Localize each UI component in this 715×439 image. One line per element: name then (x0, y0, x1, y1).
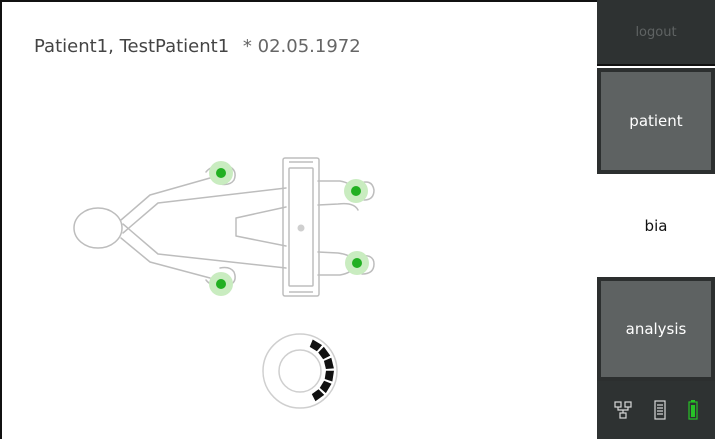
electrode-placement-diagram (73, 157, 375, 297)
bia-tab-label: bia (644, 216, 668, 235)
sidebar: logout patient bia analysis (597, 0, 715, 439)
electrode-left-hand (209, 161, 233, 185)
status-bar (597, 381, 715, 439)
battery-icon (688, 400, 698, 420)
patient-dob: * 02.05.1972 (242, 36, 361, 57)
analysis-button-label: analysis (625, 320, 687, 338)
analysis-button[interactable]: analysis (597, 277, 715, 381)
logout-button[interactable]: logout (597, 0, 715, 66)
patient-button-label: patient (629, 112, 683, 130)
tab-bia[interactable]: bia (597, 174, 715, 277)
network-icon (614, 401, 632, 419)
electrode-right-foot (345, 251, 369, 275)
measurement-progress-indicator (262, 333, 338, 409)
electrode-right-hand (209, 272, 233, 296)
patient-header: Patient1, TestPatient1 * 02.05.1972 (34, 36, 361, 57)
patient-button[interactable]: patient (597, 68, 715, 174)
frame-border-left (0, 0, 2, 439)
electrode-left-foot (344, 179, 368, 203)
scale-icon (654, 400, 666, 420)
platform-center-dot (297, 224, 305, 232)
patient-name: Patient1, TestPatient1 (34, 36, 230, 57)
bia-screen: Patient1, TestPatient1 * 02.05.1972 logo… (0, 0, 715, 439)
